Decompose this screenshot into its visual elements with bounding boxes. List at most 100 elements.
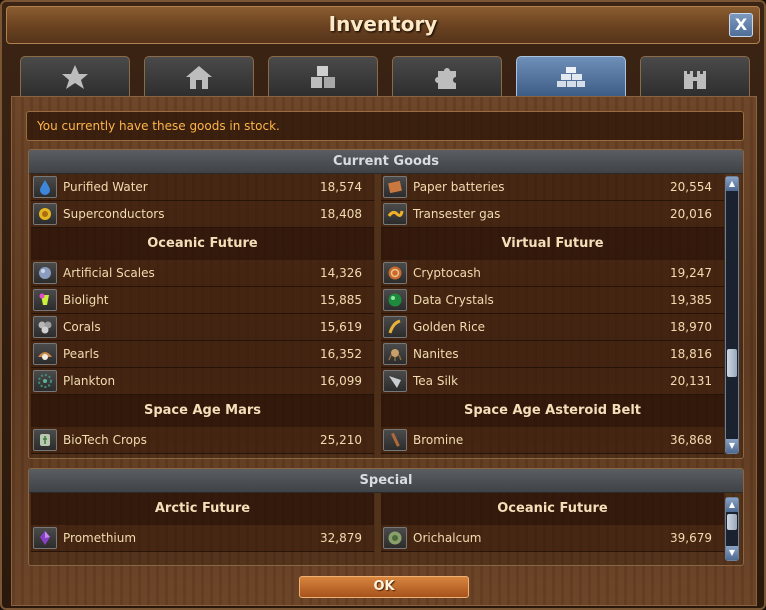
- title-bar: Inventory X: [6, 6, 760, 44]
- goods-name: Purified Water: [63, 180, 148, 194]
- promethium-icon: [40, 531, 50, 545]
- goods-name: Golden Rice: [413, 320, 486, 334]
- tab-supplies[interactable]: [268, 56, 378, 96]
- goods-qty: 16,099: [320, 374, 362, 388]
- star-icon: [62, 64, 88, 89]
- goods-name: Paper batteries: [413, 180, 505, 194]
- ok-button[interactable]: OK: [299, 576, 469, 598]
- scroll-down-icon[interactable]: ▼: [726, 439, 738, 453]
- special-column-left: Arctic Future Promethium 32,879: [31, 493, 374, 552]
- goods-row[interactable]: Tea Silk 20,131: [381, 368, 724, 395]
- goods-row[interactable]: Bromine 36,868: [381, 427, 724, 454]
- goods-column-left: Purified Water 18,574 Superconductors 18…: [31, 174, 374, 454]
- section-title: Space Age Asteroid Belt: [381, 395, 724, 427]
- tab-fragments[interactable]: [392, 56, 502, 96]
- goods-row[interactable]: Biolight 15,885: [31, 287, 374, 314]
- scales-icon: [39, 267, 51, 279]
- current-goods-list[interactable]: Purified Water 18,574 Superconductors 18…: [29, 174, 743, 458]
- current-goods-scrollbar[interactable]: ▲ ▼: [725, 176, 739, 454]
- goods-qty: 15,885: [320, 293, 362, 307]
- goods-name: Data Crystals: [413, 293, 494, 307]
- goods-row[interactable]: Promethium 32,879: [31, 525, 374, 552]
- goods-name: Pearls: [63, 347, 100, 361]
- tab-favorites[interactable]: [20, 56, 130, 96]
- section-title: Oceanic Future: [381, 493, 724, 525]
- goods-row[interactable]: Superconductors 18,408: [31, 201, 374, 228]
- goods-qty: 20,016: [670, 207, 712, 221]
- goods-qty: 19,385: [670, 293, 712, 307]
- scroll-down-icon[interactable]: ▼: [726, 546, 738, 560]
- goods-qty: 39,679: [670, 531, 712, 545]
- goods-row[interactable]: Artificial Scales 14,326: [31, 260, 374, 287]
- goods-row[interactable]: Orichalcum 39,679: [381, 525, 724, 552]
- goods-name: Biolight: [63, 293, 109, 307]
- special-header: Special: [29, 469, 743, 493]
- scroll-up-icon[interactable]: ▲: [726, 498, 738, 512]
- pearls-icon: [38, 352, 52, 360]
- goods-row[interactable]: Plankton 16,099: [31, 368, 374, 395]
- goods-row[interactable]: Purified Water 18,574: [31, 174, 374, 201]
- goods-row[interactable]: Transester gas 20,016: [381, 201, 724, 228]
- cryptocash-icon: [388, 266, 402, 280]
- goods-qty: 16,352: [320, 347, 362, 361]
- content-area: You currently have these goods in stock.…: [11, 96, 757, 606]
- goods-qty: 18,970: [670, 320, 712, 334]
- section-title: Virtual Future: [381, 228, 724, 260]
- special-column-right: Oceanic Future Orichalcum 39,679: [381, 493, 724, 552]
- tab-goods[interactable]: [516, 56, 626, 96]
- house-icon: [186, 65, 212, 89]
- goods-row[interactable]: Cryptocash 19,247: [381, 260, 724, 287]
- info-message: You currently have these goods in stock.: [26, 111, 744, 141]
- special-list[interactable]: Arctic Future Promethium 32,879 Oceanic …: [29, 493, 743, 565]
- crates-icon: [311, 65, 335, 88]
- water-drop-icon: [40, 180, 50, 195]
- tab-bar: [20, 56, 750, 96]
- plankton-icon: [38, 374, 52, 388]
- goods-row[interactable]: Corals 15,619: [31, 314, 374, 341]
- paper-batteries-icon: [388, 180, 402, 194]
- puzzle-icon: [435, 67, 456, 89]
- goods-name: Artificial Scales: [63, 266, 155, 280]
- current-goods-header: Current Goods: [29, 150, 743, 174]
- special-panel: Special Arctic Future Promethium 32,879 …: [28, 468, 744, 566]
- superconductor-icon: [39, 208, 51, 220]
- section-title: Arctic Future: [31, 493, 374, 525]
- goods-name: Cryptocash: [413, 266, 481, 280]
- goods-qty: 18,574: [320, 180, 362, 194]
- goods-row[interactable]: BioTech Crops 25,210: [31, 427, 374, 454]
- orichalcum-icon: [388, 531, 402, 545]
- goods-name: Transester gas: [413, 207, 501, 221]
- tab-castle[interactable]: [640, 56, 750, 96]
- goods-qty: 36,868: [670, 433, 712, 447]
- goods-column-right: Paper batteries 20,554 Transester gas 20…: [381, 174, 724, 454]
- goods-qty: 19,247: [670, 266, 712, 280]
- tab-buildings[interactable]: [144, 56, 254, 96]
- goods-row[interactable]: Golden Rice 18,970: [381, 314, 724, 341]
- bromine-icon: [391, 432, 400, 447]
- goods-qty: 18,816: [670, 347, 712, 361]
- goods-row[interactable]: Pearls 16,352: [31, 341, 374, 368]
- scroll-thumb[interactable]: [727, 349, 737, 377]
- data-crystals-icon: [388, 293, 402, 307]
- goods-qty: 32,879: [320, 531, 362, 545]
- biolight-icon: [39, 293, 49, 305]
- goods-qty: 14,326: [320, 266, 362, 280]
- goods-name: BioTech Crops: [63, 433, 147, 447]
- goods-name: Promethium: [63, 531, 137, 545]
- goods-qty: 18,408: [320, 207, 362, 221]
- special-scrollbar[interactable]: ▲ ▼: [725, 497, 739, 561]
- window-title: Inventory: [328, 12, 438, 36]
- transester-gas-icon: [387, 210, 404, 217]
- goods-qty: 15,619: [320, 320, 362, 334]
- scroll-thumb[interactable]: [727, 514, 737, 530]
- goods-qty: 20,131: [670, 374, 712, 388]
- goods-name: Tea Silk: [413, 374, 459, 388]
- scroll-up-icon[interactable]: ▲: [726, 177, 738, 191]
- goods-row[interactable]: Data Crystals 19,385: [381, 287, 724, 314]
- goods-name: Superconductors: [63, 207, 165, 221]
- goods-row[interactable]: Nanites 18,816: [381, 341, 724, 368]
- close-button[interactable]: X: [729, 13, 753, 37]
- biotech-crops-icon: [40, 434, 50, 446]
- nanites-icon: [388, 349, 402, 361]
- goods-row[interactable]: Paper batteries 20,554: [381, 174, 724, 201]
